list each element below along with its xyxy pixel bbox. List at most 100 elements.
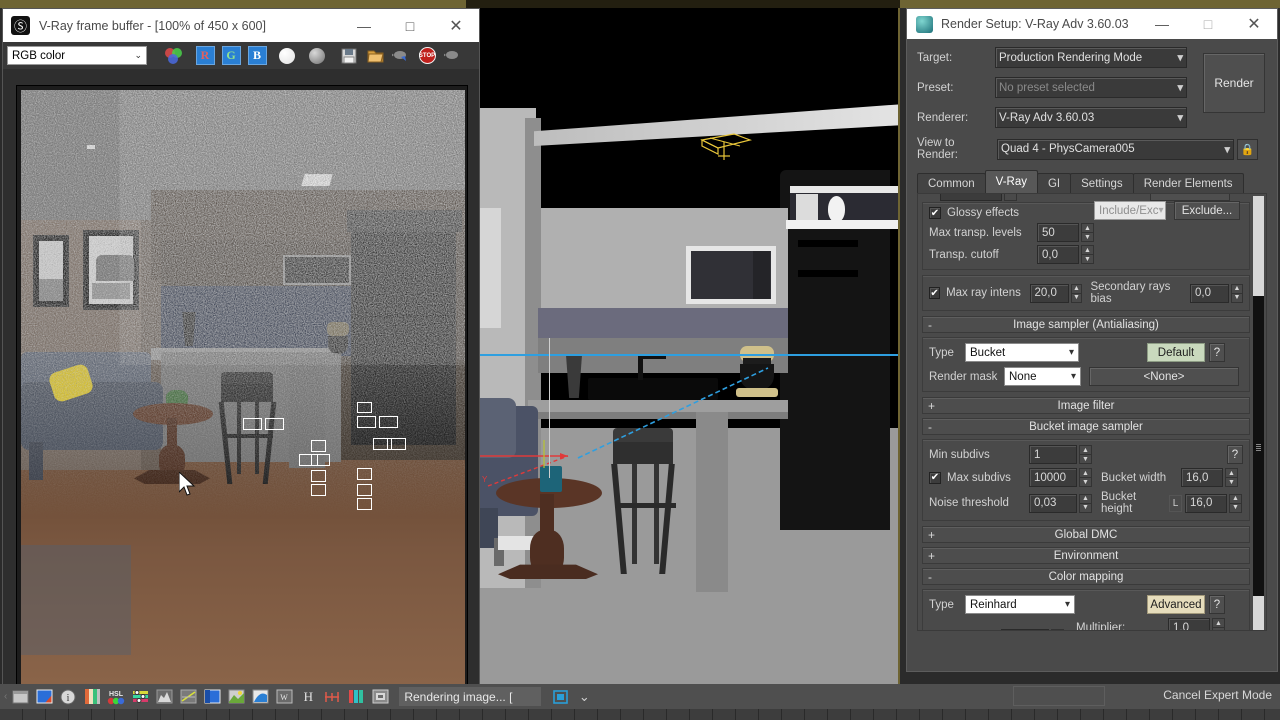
taskbar[interactable]: ‹ i HSL	[0, 684, 1280, 720]
material-editor-icon[interactable]	[33, 686, 55, 707]
window-icon[interactable]	[9, 686, 31, 707]
lens-effects-icon[interactable]	[249, 686, 271, 707]
collapse-toggle-icon[interactable]: -	[928, 318, 932, 332]
measure-icon[interactable]	[321, 686, 343, 707]
max-ray-intens-input[interactable]: 20,0	[1030, 284, 1069, 303]
bitmap-icon[interactable]	[201, 686, 223, 707]
display-icon[interactable]	[549, 686, 571, 707]
lock-icon[interactable]: 🔒	[1237, 139, 1258, 160]
gamma-input[interactable]: 2,2	[1001, 629, 1049, 631]
helper-h-icon[interactable]: H	[297, 686, 319, 707]
render-last-icon[interactable]	[389, 44, 413, 67]
max-subdivs-input[interactable]: 10000	[1029, 468, 1077, 487]
image-sampler-default-button[interactable]: Default	[1147, 343, 1205, 362]
load-image-icon[interactable]	[363, 44, 387, 67]
bucket-width-input[interactable]: 16,0	[1181, 468, 1223, 487]
noise-threshold-spinner[interactable]: ▲▼	[1079, 494, 1092, 513]
color-correct-icon[interactable]	[129, 686, 151, 707]
stop-render-icon[interactable]: STOP	[415, 44, 439, 67]
vfb-toolbar[interactable]: RGB color ⌄ R G B	[3, 42, 479, 69]
gradient-ramp-icon[interactable]	[81, 686, 103, 707]
preset-dropdown[interactable]: No preset selected ▾	[995, 77, 1187, 98]
min-subdivs-spinner[interactable]: ▲▼	[1079, 445, 1092, 464]
expand-toggle-icon[interactable]: +	[928, 528, 935, 542]
max-ray-intens-spinner[interactable]: ▲▼	[1071, 284, 1083, 303]
multiplier-spinner[interactable]: ▲▼	[1212, 618, 1225, 631]
render-setup-tabs[interactable]: Common V-Ray GI Settings Render Elements	[917, 170, 1267, 193]
expand-toggle-icon[interactable]: +	[928, 399, 935, 413]
alpha-channel-icon[interactable]	[275, 44, 299, 67]
include-exclude-dropdown[interactable]: Include/Exc ▾	[1094, 201, 1166, 220]
vfb-minimize-button[interactable]: —	[341, 9, 387, 42]
tab-settings[interactable]: Settings	[1070, 173, 1134, 193]
render-button[interactable]: Render	[1203, 53, 1265, 113]
min-subdivs-input[interactable]: 1	[1029, 445, 1077, 464]
tab-gi[interactable]: GI	[1037, 173, 1071, 193]
tab-render-elements[interactable]: Render Elements	[1133, 173, 1244, 193]
max-ray-intens-checkbox[interactable]: ✔	[929, 287, 940, 299]
bucket-height-lock-toggle[interactable]: L	[1169, 495, 1182, 512]
tab-common[interactable]: Common	[917, 173, 986, 193]
image-filter-rollout-header[interactable]: + Image filter	[922, 397, 1250, 414]
render-setup-minimize-button[interactable]: —	[1139, 8, 1185, 41]
vfb-maximize-button[interactable]: □	[387, 9, 433, 42]
color-mapping-help-button[interactable]: ?	[1209, 595, 1225, 614]
color-mapping-type-dropdown[interactable]: Reinhard ▾	[965, 595, 1075, 614]
expand-toggle-icon[interactable]: +	[928, 549, 935, 563]
render-setup-titlebar[interactable]: Render Setup: V-Ray Adv 3.60.03 — □ ✕	[907, 9, 1277, 39]
render-setup-close-button[interactable]: ✕	[1231, 8, 1277, 41]
render-icon[interactable]	[441, 44, 465, 67]
vfb-image-area[interactable]	[16, 85, 468, 687]
view-to-render-dropdown[interactable]: Quad 4 - PhysCamera005 ▾	[997, 139, 1234, 160]
secondary-rays-bias-input[interactable]: 0,0	[1190, 284, 1229, 303]
cancel-expert-mode-label[interactable]: Cancel Expert Mode	[1163, 688, 1272, 702]
noise-threshold-input[interactable]: 0,03	[1029, 494, 1077, 513]
channel-select-dropdown[interactable]: RGB color ⌄	[7, 46, 147, 65]
image-sampler-type-dropdown[interactable]: Bucket ▾	[965, 343, 1079, 362]
transform-gizmo[interactable]: X Y	[468, 428, 628, 508]
camera-gizmo[interactable]	[696, 130, 756, 166]
save-image-icon[interactable]	[337, 44, 361, 67]
exclude-button[interactable]: Exclude...	[1174, 201, 1240, 220]
gamma-spinner[interactable]: ▲▼	[1051, 629, 1064, 631]
vfb-close-button[interactable]: ✕	[433, 9, 479, 42]
render-mask-dropdown[interactable]: None ▾	[1004, 367, 1081, 386]
grid-icon[interactable]	[369, 686, 391, 707]
timeline-track[interactable]	[0, 709, 1280, 720]
image-sampler-rollout-header[interactable]: - Image sampler (Antialiasing)	[922, 316, 1250, 333]
bucket-image-sampler-rollout-header[interactable]: - Bucket image sampler	[922, 418, 1250, 435]
info-icon[interactable]: i	[57, 686, 79, 707]
panel-scrollbar[interactable]	[1253, 196, 1264, 628]
multiplier-input[interactable]: 1,0	[1168, 618, 1210, 631]
bucket-sampler-help-button[interactable]: ?	[1227, 445, 1243, 464]
curve-editor-icon[interactable]	[177, 686, 199, 707]
histogram-icon[interactable]	[153, 686, 175, 707]
taskbar-icon-row[interactable]: ‹ i HSL	[0, 684, 1280, 709]
hsl-icon[interactable]: HSL	[105, 686, 127, 707]
target-dropdown[interactable]: Production Rendering Mode ▾	[995, 47, 1187, 68]
taskbar-overflow-left-icon[interactable]: ‹	[4, 691, 7, 702]
color-mapping-advanced-button[interactable]: Advanced	[1147, 595, 1205, 614]
color-channels-icon[interactable]	[161, 44, 185, 67]
landscape-icon[interactable]	[225, 686, 247, 707]
max-viewport[interactable]: X Y	[466, 8, 900, 692]
global-dmc-rollout-header[interactable]: + Global DMC	[922, 526, 1250, 543]
green-channel-toggle[interactable]: G	[219, 44, 243, 67]
environment-rollout-header[interactable]: + Environment	[922, 547, 1250, 564]
chevron-double-down-icon[interactable]: ⌄	[573, 686, 595, 707]
collapse-toggle-icon[interactable]: -	[928, 420, 932, 434]
max-subdivs-spinner[interactable]: ▲▼	[1079, 468, 1092, 487]
max-subdivs-checkbox[interactable]: ✔	[929, 472, 941, 484]
vray-frame-buffer-window[interactable]: Ⓢ V-Ray frame buffer - [100% of 450 x 60…	[2, 8, 480, 690]
monochrome-icon[interactable]	[305, 44, 329, 67]
vray-settings-panel[interactable]: ✔ Glossy effects Max transp. levels 50 ▲…	[917, 193, 1267, 631]
text-tool-icon[interactable]: W	[273, 686, 295, 707]
max-transp-levels-input[interactable]: 50	[1037, 223, 1079, 242]
image-sampler-help-button[interactable]: ?	[1209, 343, 1225, 362]
channels-icon[interactable]	[345, 686, 367, 707]
renderer-dropdown[interactable]: V-Ray Adv 3.60.03 ▾	[995, 107, 1187, 128]
max-transp-levels-spinner[interactable]: ▲▼	[1081, 223, 1094, 242]
color-mapping-rollout-header[interactable]: - Color mapping	[922, 568, 1250, 585]
glossy-effects-checkbox[interactable]: ✔	[929, 207, 941, 219]
render-mask-slot-button[interactable]: <None>	[1089, 367, 1239, 386]
